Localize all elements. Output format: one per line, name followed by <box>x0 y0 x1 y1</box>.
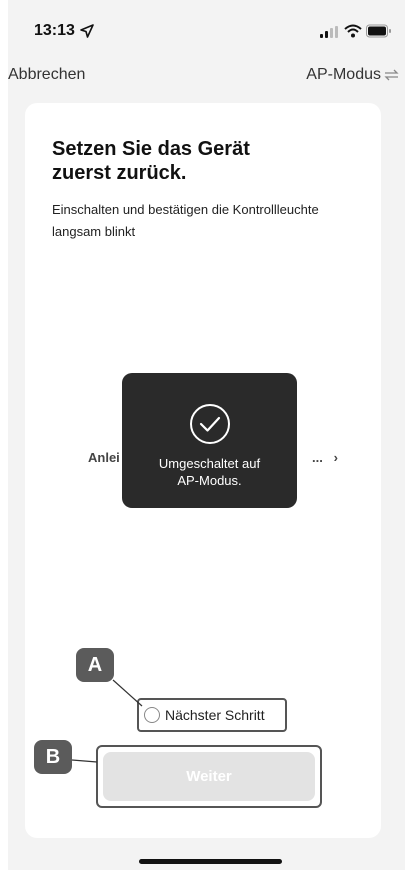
status-time: 13:13 <box>34 22 75 39</box>
callout-b: B <box>34 740 72 774</box>
cancel-button[interactable]: Abbrechen <box>8 66 85 84</box>
location-arrow-icon <box>80 24 94 38</box>
callout-a: A <box>76 648 114 682</box>
highlight-frame-b: Weiter <box>96 745 322 808</box>
mode-switched-toast: Umgeschaltet auf AP-Modus. <box>122 373 297 508</box>
battery-icon <box>366 24 391 38</box>
page-title: Setzen Sie das Gerät zuerst zurück. <box>52 138 250 184</box>
wifi-icon <box>344 24 362 38</box>
ap-mode-toggle-button[interactable]: AP-Modus <box>306 66 399 84</box>
toast-message: Umgeschaltet auf AP-Modus. <box>158 456 261 488</box>
unchecked-circle-icon[interactable] <box>144 707 160 723</box>
instructions-link-label: Anlei <box>88 450 120 465</box>
next-step-label: Nächster Schritt <box>165 707 265 723</box>
signal-icon <box>320 26 338 38</box>
chevron-right-icon: › <box>333 450 338 465</box>
status-bar: 13:13 <box>0 0 405 58</box>
check-circle-icon <box>189 404 230 444</box>
swap-arrows-icon <box>384 69 399 81</box>
instruction-text: Einschalten und bestätigen die Kontrolll… <box>52 202 319 239</box>
next-step-checkbox[interactable]: Nächster Schritt <box>137 698 287 732</box>
ap-mode-label: AP-Modus <box>306 66 381 83</box>
instructions-link-ellipsis: ... › <box>311 450 338 465</box>
home-indicator[interactable] <box>139 859 282 864</box>
continue-button[interactable]: Weiter <box>103 752 315 801</box>
